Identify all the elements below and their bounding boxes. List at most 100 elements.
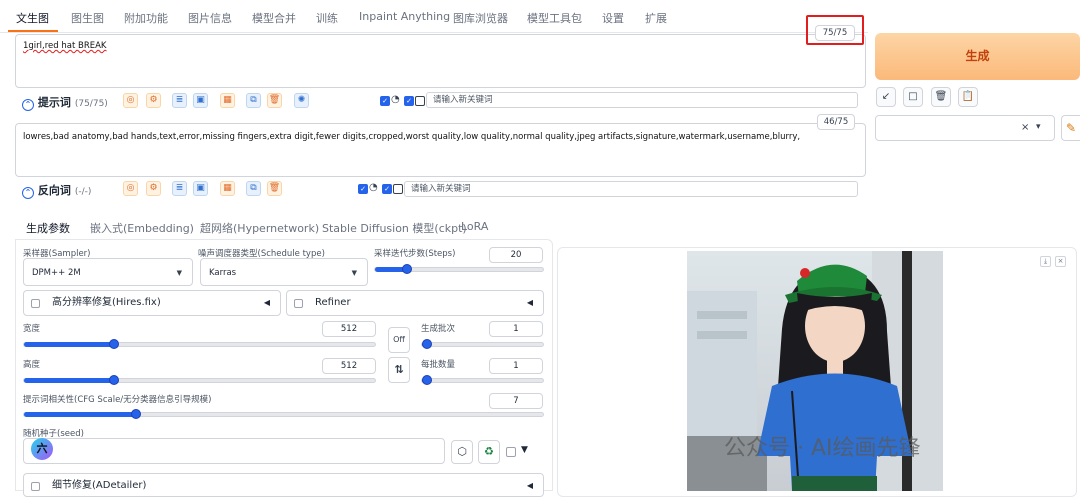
negative-label-text: 反向词 [37,184,71,197]
main-tab-bar: 文生图 图生图 附加功能 图片信息 模型合并 训练 Inpaint Anythi… [0,0,1080,33]
copy-icon[interactable]: ⧉ [246,93,261,108]
refiner-accordion[interactable]: Refiner ◀ [286,290,544,316]
batch-count-label: 生成批次 [421,324,456,334]
tab-inpaint-anything[interactable]: Inpaint Anything [359,10,450,23]
tab-checkpoint-merger[interactable]: 模型合并 [252,10,296,26]
extra-seed-checkbox[interactable] [506,447,516,457]
tab-img2img[interactable]: 图生图 [71,10,104,26]
checkbox-checked-icon[interactable]: ✓ [380,96,390,106]
height-label: 高度 [23,360,41,370]
batch-size-slider[interactable] [421,375,544,385]
prompt-count: (75/75) [74,99,108,109]
prompt-text: 1girl,red hat BREAK [23,41,107,51]
tab-extras[interactable]: 附加功能 [124,10,168,26]
schedule-type-value: Karras [209,268,237,278]
negative-keyword-input[interactable]: 请输入新关键词 [404,181,858,197]
tab-extensions[interactable]: 扩展 [645,10,667,26]
caret-down-icon[interactable]: ▼ [521,445,528,455]
copy-icon[interactable]: ⧉ [246,181,261,196]
sampler-select[interactable]: DPM++ 2M ▼ [23,258,193,286]
tab-model-toolkit[interactable]: 模型工具包 [527,10,582,26]
prompt-label-text: 提示词 [37,96,71,109]
adetailer-checkbox[interactable] [31,482,40,491]
clear-icon[interactable]: × [1021,122,1029,133]
negative-prompt-text: lowres,bad anatomy,bad hands,text,error,… [23,132,801,142]
globe-icon[interactable]: ◎ [123,181,138,196]
image-icon[interactable]: ▦ [220,93,235,108]
negative-prompt-textarea[interactable]: lowres,bad anatomy,bad hands,text,error,… [15,123,866,177]
adetailer-label: 细节修复(ADetailer) [52,480,147,491]
height-input[interactable]: 512 [322,358,376,374]
dice-icon[interactable]: ⬡ [451,440,473,464]
subtab-lora[interactable]: LoRA [461,220,488,233]
hires-fix-accordion[interactable]: 高分辨率修复(Hires.fix) ◀ [23,290,281,316]
swap-dimensions-button[interactable]: ⇅ [388,357,410,383]
trash-icon[interactable]: 🗑 [267,93,282,108]
pencil-icon[interactable]: ✎ [1061,115,1080,141]
batch-size-input[interactable]: 1 [489,358,543,374]
avatar: 六 [31,438,53,460]
trash-button[interactable]: 🗑 [931,87,951,107]
batch-count-input[interactable]: 1 [489,321,543,337]
history-icon[interactable]: ◔ [391,94,400,105]
clear-button[interactable]: □ [903,87,923,107]
styles-dropdown[interactable]: × ▾ [875,115,1055,141]
collapse-circle-icon[interactable]: ⌃ [22,187,34,199]
list-icon[interactable]: ≣ [172,93,187,108]
gear-icon[interactable]: ⚙ [146,93,161,108]
prompt-textarea[interactable]: 1girl,red hat BREAK [15,34,866,88]
recycle-icon[interactable]: ♻ [478,440,500,464]
auto-size-off-button[interactable]: Off [388,327,410,353]
schedule-type-select[interactable]: Karras ▼ [200,258,368,286]
cfg-scale-input[interactable]: 7 [489,393,543,409]
tab-image-browser[interactable]: 图库浏览器 [453,10,508,26]
steps-slider[interactable] [374,264,544,274]
checkbox-checked-icon[interactable]: ✓ [404,96,414,106]
checkbox-empty-icon[interactable] [393,184,403,194]
bookmark-icon[interactable]: ▣ [193,93,208,108]
collapse-circle-icon[interactable]: ⌃ [22,99,34,111]
chevron-down-icon[interactable]: ▾ [1036,122,1041,132]
batch-count-slider[interactable] [421,339,544,349]
subtab-checkpoints[interactable]: Stable Diffusion 模型(ckpt) [322,220,467,236]
subtab-hypernetwork[interactable]: 超网络(Hypernetwork) [200,220,319,236]
trash-icon[interactable]: 🗑 [267,181,282,196]
subtab-embedding[interactable]: 嵌入式(Embedding) [90,220,194,236]
cfg-scale-label: 提示词相关性(CFG Scale/无分类器信息引导规模) [23,395,212,405]
sampler-value: DPM++ 2M [32,268,81,278]
tab-png-info[interactable]: 图片信息 [188,10,232,26]
tab-txt2img[interactable]: 文生图 [16,10,49,26]
steps-input[interactable]: 20 [489,247,543,263]
history-icon[interactable]: ◔ [369,182,378,193]
seed-input[interactable] [23,438,445,464]
height-slider[interactable] [23,375,376,385]
refiner-checkbox[interactable] [294,299,303,308]
globe-icon[interactable]: ◎ [123,93,138,108]
image-icon[interactable]: ▦ [220,181,235,196]
download-icon[interactable]: ⤓ [1040,256,1051,267]
sparkle-icon[interactable]: ✺ [294,93,309,108]
checkbox-empty-icon[interactable] [415,96,425,106]
width-slider[interactable] [23,339,376,349]
clipboard-button[interactable]: 📋 [958,87,978,107]
gear-icon[interactable]: ⚙ [146,181,161,196]
prompt-keyword-input[interactable]: 请输入新关键词 [426,92,858,108]
prompt-label: ⌃ 提示词 (75/75) [22,94,108,111]
tab-settings[interactable]: 设置 [602,10,624,26]
hires-fix-checkbox[interactable] [31,299,40,308]
read-params-button[interactable]: ↙ [876,87,896,107]
checkbox-checked-icon[interactable]: ✓ [382,184,392,194]
width-input[interactable]: 512 [322,321,376,337]
cfg-scale-slider[interactable] [23,409,544,419]
subtab-generation[interactable]: 生成参数 [26,220,70,236]
collapse-triangle-icon: ◀ [526,481,533,490]
negative-prompt-label: ⌃ 反向词 (-/-) [22,182,91,199]
tab-train[interactable]: 训练 [316,10,338,26]
close-icon[interactable]: × [1055,256,1066,267]
bookmark-icon[interactable]: ▣ [193,181,208,196]
chevron-down-icon: ▼ [351,269,357,277]
checkbox-checked-icon[interactable]: ✓ [358,184,368,194]
generate-button[interactable]: 生成 [875,33,1080,80]
adetailer-accordion[interactable]: 细节修复(ADetailer) ◀ [23,473,544,497]
list-icon[interactable]: ≣ [172,181,187,196]
